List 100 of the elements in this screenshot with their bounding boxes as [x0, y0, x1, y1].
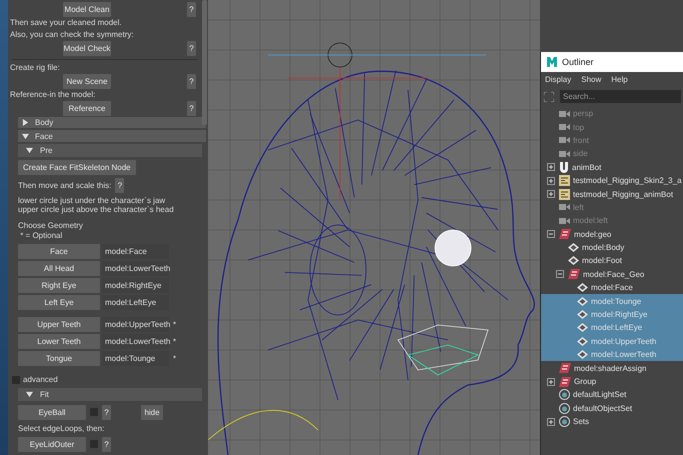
section-header[interactable]: Face	[18, 130, 206, 142]
geometry-button[interactable]: Face	[18, 244, 100, 260]
help-button[interactable]: ?	[102, 436, 111, 452]
mesh-icon	[568, 243, 579, 252]
frame-icon[interactable]	[544, 92, 554, 102]
help-button[interactable]: ?	[115, 178, 124, 194]
item-name: Sets	[573, 417, 590, 426]
camera-icon	[559, 203, 570, 212]
expand-toggle-icon[interactable]	[556, 270, 564, 278]
geometry-field[interactable]: model:Face	[102, 244, 169, 260]
expand-toggle-icon[interactable]	[547, 418, 555, 426]
action-button[interactable]: Reference	[63, 100, 111, 116]
menu-item[interactable]: Display	[545, 75, 572, 85]
outliner-item[interactable]: model:Face	[541, 281, 683, 294]
outliner-item[interactable]: model:Face_Geo	[541, 268, 683, 282]
item-name: left	[573, 202, 584, 212]
outliner-item[interactable]: model:Foot	[541, 254, 683, 268]
help-button[interactable]: ?	[187, 2, 196, 17]
geometry-button[interactable]: Upper Teeth	[18, 317, 100, 332]
mesh-icon	[577, 323, 588, 332]
outliner-item[interactable]: model:LowerTeeth	[541, 348, 683, 362]
item-name: persp	[573, 109, 594, 118]
outliner-item[interactable]: front	[541, 134, 683, 148]
checkbox[interactable]	[90, 408, 98, 416]
checkbox[interactable]	[90, 440, 98, 448]
expand-toggle-icon[interactable]	[547, 378, 555, 386]
geometry-button[interactable]: All Head	[18, 261, 100, 276]
outliner-item[interactable]: defaultObjectSet	[541, 402, 683, 415]
optional-mark: *	[173, 354, 176, 364]
item-name: model:LeftEye	[591, 323, 642, 332]
help-button[interactable]: ?	[187, 41, 196, 56]
geometry-field[interactable]: model:LowerTeeth	[102, 261, 169, 276]
outliner-item[interactable]: model:shaderAssign	[541, 361, 683, 375]
instruction-text: Create rig file:	[10, 62, 61, 74]
geometry-button[interactable]: Tongue	[18, 351, 100, 366]
scrollbar[interactable]	[202, 0, 207, 125]
search-field[interactable]: Search...	[560, 90, 681, 103]
outliner-item[interactable]: model:LeftEye	[541, 321, 683, 335]
camera-icon	[559, 136, 570, 144]
outliner-item[interactable]: testmodel_Rigging_Skin2_3_a	[541, 174, 683, 188]
outliner-item[interactable]: model:Body	[541, 240, 683, 254]
mesh-icon	[568, 256, 579, 266]
outliner-item[interactable]: side	[541, 147, 683, 161]
outliner-item[interactable]: model:Tounge	[541, 294, 683, 308]
geometry-button[interactable]: Left Eye	[18, 295, 100, 310]
outliner-item[interactable]: testmodel_Rigging_animBot	[541, 187, 683, 201]
help-button[interactable]: ?	[187, 74, 196, 89]
action-button[interactable]: Model Clean	[63, 2, 111, 17]
outliner-item[interactable]: defaultLightSet	[541, 388, 683, 402]
expand-toggle-icon[interactable]	[547, 230, 555, 238]
outliner-item[interactable]: persp	[541, 107, 683, 120]
geometry-button[interactable]: Right Eye	[18, 278, 100, 294]
help-button[interactable]: ?	[187, 100, 196, 116]
menu-item[interactable]: Help	[611, 75, 628, 85]
outliner-item[interactable]: Sets	[541, 414, 683, 428]
menu-item[interactable]: Show	[581, 75, 602, 85]
outliner-item[interactable]: model:geo	[541, 228, 683, 241]
expand-toggle-icon[interactable]	[547, 176, 555, 185]
instruction-text: Reference-in the model:	[10, 88, 96, 101]
window-title: Outliner	[562, 57, 594, 67]
geometry-field[interactable]: model:LowerTeeth	[102, 334, 169, 350]
outliner-item[interactable]: Group	[541, 374, 683, 388]
subsection-title: Pre	[40, 146, 52, 156]
hide-button[interactable]: hide	[141, 404, 163, 420]
set-icon	[559, 402, 570, 414]
outliner-item[interactable]: model:left	[541, 214, 683, 228]
expand-toggle-icon[interactable]	[547, 190, 555, 198]
outliner-item[interactable]: model:UpperTeeth	[541, 334, 683, 348]
mesh-icon	[577, 283, 588, 292]
section-title: Face	[35, 132, 53, 141]
expand-toggle-icon[interactable]	[547, 163, 555, 172]
action-button[interactable]: New Scene	[63, 74, 111, 89]
item-name: model:Face_Geo	[583, 270, 644, 279]
action-button[interactable]: Model Check	[63, 41, 111, 56]
outliner-item[interactable]: animBot	[541, 160, 683, 174]
item-name: animBot	[572, 162, 602, 172]
item-name: model:RightEye	[591, 310, 648, 320]
item-name: front	[573, 136, 590, 145]
mesh-icon	[577, 310, 588, 320]
camera-icon	[559, 216, 570, 225]
subsection-header[interactable]: Pre	[18, 144, 202, 158]
geometry-button[interactable]: Lower Teeth	[18, 334, 100, 350]
outliner-item[interactable]: model:RightEye	[541, 308, 683, 322]
set-icon	[559, 416, 570, 428]
subsection-header[interactable]: Fit	[18, 388, 202, 402]
create-node-button[interactable]: Create Face FitSkeleton Node	[18, 160, 136, 176]
item-name: model:geo	[574, 230, 612, 239]
outliner-item[interactable]: left	[541, 200, 683, 214]
help-button[interactable]: ?	[102, 404, 111, 420]
outliner-item[interactable]: top	[541, 120, 683, 134]
item-name: testmodel_Rigging_Skin2_3_a	[573, 176, 682, 186]
eyelid-button[interactable]: EyeLidOuter	[18, 436, 86, 452]
geometry-field[interactable]: model:Tounge	[102, 351, 169, 366]
section-header[interactable]: Body	[18, 116, 206, 128]
eyeball-button[interactable]: EyeBall	[18, 404, 86, 420]
geometry-field[interactable]: model:UpperTeeth	[102, 317, 169, 332]
geometry-field[interactable]: model:RightEye	[102, 278, 169, 294]
checkbox-label: advanced	[23, 374, 58, 386]
geometry-field[interactable]: model:LeftEye	[102, 295, 169, 310]
checkbox[interactable]	[12, 376, 20, 384]
